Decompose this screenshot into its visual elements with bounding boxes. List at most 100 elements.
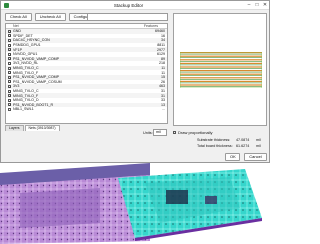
table-row[interactable]: ✓ GND 69460 (6, 29, 167, 34)
tab-nets[interactable]: Nets (3910/3987) (24, 125, 60, 131)
row-checkbox[interactable]: ✓ (8, 103, 11, 107)
substrate-layer (180, 61, 262, 62)
table-row[interactable]: ✓ NVVDD_GPU1 6129 (6, 52, 167, 57)
net-name: MINI3_TVLO_C (13, 66, 39, 71)
column-header-net[interactable]: Net (6, 24, 106, 28)
net-name: GND (13, 29, 21, 34)
net-name: DAC4C_HSYNC_CON (13, 38, 50, 43)
table-row[interactable]: ✓ MINI3_TVLO_C 11 (6, 65, 167, 71)
total-thickness-value: 61.6274 (236, 144, 250, 148)
row-checkbox[interactable]: ✓ (8, 52, 11, 56)
uncheck-all-button[interactable]: Uncheck All (34, 13, 66, 21)
feature-count: 69460 (155, 29, 165, 34)
feature-count: 89 (161, 56, 165, 61)
net-name: PSMDDG_GPU1 (13, 43, 41, 48)
row-checkbox[interactable]: ✓ (8, 38, 11, 42)
table-row[interactable]: ✓ SPDIF_DET 16 (6, 34, 167, 39)
pcb-3d-view (0, 163, 270, 244)
tab-bar: Layers Nets (3910/3987) (5, 125, 60, 131)
substrate-layer (180, 82, 262, 84)
row-checkbox[interactable]: ✓ (8, 84, 11, 88)
copper-layer (180, 55, 262, 57)
net-name: MINI3_TVLO_D (13, 98, 39, 103)
table-row[interactable]: ✓ DAC4C_HSYNC_CON 34 (6, 38, 167, 43)
table-row[interactable]: ✓ 3V3_NVDD_RL 218 (6, 61, 167, 66)
net-name: PS1_NVVDD_VAMP_COSUM (13, 79, 62, 84)
maximize-icon[interactable]: □ (253, 2, 261, 8)
total-thickness-unit: mil (256, 144, 261, 148)
feature-count: 15 (161, 75, 165, 80)
table-row[interactable]: ✓ MINI3_TVLO_D 33 (6, 98, 167, 103)
row-checkbox[interactable]: ✓ (8, 29, 11, 33)
stackup-preview (173, 13, 267, 126)
net-name: MINI3_TVLO_C (13, 89, 39, 94)
row-checkbox[interactable] (8, 107, 11, 111)
minimize-icon[interactable]: – (245, 2, 253, 8)
copper-layer (180, 59, 262, 61)
row-checkbox[interactable]: ✓ (8, 89, 11, 93)
total-thickness-label: Total board thickness: (197, 144, 233, 148)
ok-button[interactable]: OK (225, 153, 240, 161)
copper-layer (180, 70, 262, 72)
row-checkbox[interactable]: ✓ (8, 98, 11, 102)
row-checkbox[interactable]: ✓ (8, 94, 11, 98)
table-row[interactable]: ✓ PS1_NVVDD_BOOT1_R 13 (6, 102, 167, 108)
table-row[interactable]: ✓ PS1_NVVDD_VAMP_COMP 15 (6, 74, 167, 80)
pcb-copper-left (20, 188, 100, 228)
substrate-thickness-value: 47.0874 (236, 138, 250, 142)
tab-layers[interactable]: Layers (5, 125, 24, 131)
window-title: Stackup Editor (113, 2, 144, 8)
table-row[interactable]: ✓ 3V3 463 (6, 84, 167, 89)
check-all-button[interactable]: Check All (5, 13, 32, 21)
row-checkbox[interactable]: ✓ (8, 75, 11, 79)
table-row[interactable]: ✓ MINI3_TVLO_F 31 (6, 93, 167, 98)
table-row[interactable]: ✓ MINI3_TVLO_F 11 (6, 70, 167, 75)
copper-layer (180, 84, 262, 86)
table-row[interactable]: ✓ PS1_NVVDD_VAMP_COMP 89 (6, 56, 167, 62)
copper-layer (180, 80, 262, 82)
pcb-component (205, 196, 217, 204)
row-checkbox[interactable]: ✓ (8, 71, 11, 75)
net-name: MINI3_TVLO_F (13, 93, 39, 98)
feature-count: 13 (161, 102, 165, 107)
table-row[interactable]: ✓ VF1P 2977 (6, 47, 167, 52)
substrate-layer (180, 79, 262, 80)
table-row[interactable]: NBL1_SWL1... (6, 107, 167, 112)
substrate-layer (180, 71, 262, 73)
net-name: PS1_NVVDD_VAMP_COMP (13, 75, 60, 80)
close-icon[interactable]: ✕ (261, 2, 269, 8)
substrate-layer (180, 86, 262, 87)
cancel-button[interactable]: Cancel (244, 153, 267, 161)
draw-proportionally-checkbox[interactable] (173, 131, 176, 134)
units-select[interactable]: mil (153, 129, 167, 136)
substrate-thickness-unit: mil (256, 138, 261, 142)
feature-count: 31 (161, 89, 165, 94)
row-checkbox[interactable]: ✓ (8, 43, 11, 47)
row-checkbox[interactable]: ✓ (8, 66, 11, 70)
column-header-features[interactable]: Features (106, 24, 160, 28)
row-checkbox[interactable]: ✓ (8, 57, 11, 61)
copper-layer (180, 62, 262, 64)
feature-count: 6129 (157, 52, 165, 57)
substrate-layer (180, 68, 262, 69)
feature-count: 2977 (157, 47, 165, 52)
row-checkbox[interactable]: ✓ (8, 34, 11, 38)
net-name: NVVDD_GPU1 (13, 52, 38, 57)
pcb-component (166, 190, 188, 204)
table-row[interactable]: ✓ PSMDDG_GPU1 8811 (6, 43, 167, 48)
feature-count: 218 (159, 61, 165, 66)
net-name: MINI3_TVLO_F (13, 70, 39, 75)
feature-count: 463 (159, 84, 165, 89)
table-row[interactable]: ✓ PS1_NVVDD_VAMP_COSUM 26 (6, 80, 167, 85)
feature-count: 34 (161, 38, 165, 43)
net-name: SPDIF_DET (13, 33, 33, 38)
draw-proportionally-option[interactable]: Draw proportionally (173, 130, 212, 135)
net-name: PS1_NVVDD_BOOT1_R (13, 102, 54, 107)
row-checkbox[interactable]: ✓ (8, 61, 11, 65)
net-name: NBL1_SWL1 (13, 107, 34, 112)
search-input[interactable] (87, 13, 168, 21)
table-row[interactable]: ✓ MINI3_TVLO_C 31 (6, 89, 167, 94)
row-checkbox[interactable]: ✓ (8, 48, 11, 52)
row-checkbox[interactable]: ✓ (8, 80, 11, 84)
stackup-editor-window: Stackup Editor – □ ✕ Check All Uncheck A… (0, 0, 270, 163)
